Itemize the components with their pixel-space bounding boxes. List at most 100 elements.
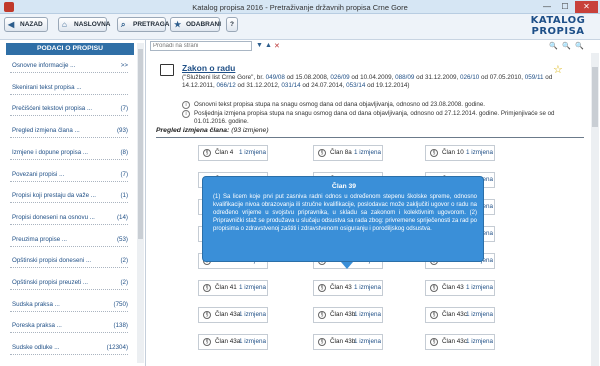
sidebar-item[interactable]: Sudske odluke ... (12304) <box>10 341 128 356</box>
article-cell[interactable]: § Član 4 1 izmjena <box>198 145 268 161</box>
home-icon: ⌂ <box>62 20 67 29</box>
article-changes-link[interactable]: 1 izmjena <box>354 335 381 349</box>
article-changes-link[interactable]: 1 izmjena <box>354 281 381 295</box>
gazette-date: od 31.12.2012, <box>235 82 282 89</box>
minimize-button[interactable]: — <box>539 1 555 13</box>
article-label[interactable]: Član 43a <box>215 308 240 322</box>
article-label[interactable]: Član 43a <box>215 335 240 349</box>
sidebar-item[interactable]: Opštinski propisi preuzeti ... (2) <box>10 276 128 290</box>
gazette-link[interactable]: 059/11 <box>525 74 544 81</box>
find-prev-icon[interactable]: ▲ <box>265 42 272 49</box>
article-changes-link[interactable]: 1 izmjena <box>466 308 493 322</box>
sidebar-item-count: >> <box>120 62 128 69</box>
article-cell[interactable]: § Član 41 1 izmjena <box>198 280 268 296</box>
sidebar-item[interactable]: Pregled izmjena člana ... (93) <box>10 124 128 139</box>
article-cell[interactable]: § Član 43a 1 izmjena <box>198 334 268 350</box>
document-title[interactable]: Zakon o radu <box>182 63 235 73</box>
article-changes-link[interactable]: 1 izmjena <box>239 308 266 322</box>
maximize-button[interactable]: ☐ <box>557 1 573 13</box>
sidebar-item[interactable]: Izmjene i dopune propisa ... (8) <box>10 146 128 160</box>
sidebar-item-label: Prečišćeni tekstovi propisa ... <box>12 105 93 113</box>
zoom-in-icon[interactable]: 🔍 <box>549 42 558 50</box>
gazette-link[interactable]: 053/14 <box>346 82 365 89</box>
find-input[interactable] <box>150 41 252 51</box>
back-button[interactable]: ◀ NAZAD <box>4 17 48 32</box>
sidebar-item[interactable]: Propisi doneseni na osnovu ... (14) <box>10 211 128 225</box>
article-changes-link[interactable]: 1 izmjena <box>466 146 493 160</box>
sidebar-scrollbar[interactable] <box>137 43 144 363</box>
article-label[interactable]: Član 43 <box>330 281 352 295</box>
article-changes-link[interactable]: 1 izmjena <box>239 335 266 349</box>
sidebar-item[interactable]: Osnovne informacije ... >> <box>10 59 128 73</box>
gazette-link[interactable]: 026/10 <box>460 74 479 81</box>
sidebar-item[interactable]: Poreska praksa ... (138) <box>10 319 128 334</box>
gazette-link[interactable]: 088/09 <box>395 74 414 81</box>
article-label[interactable]: Član 10 <box>442 146 464 160</box>
article-label[interactable]: Član 41 <box>215 281 237 295</box>
article-changes-link[interactable]: 1 izmjena <box>466 281 493 295</box>
sidebar-item[interactable]: Propisi koji prestaju da važe ... (1) <box>10 189 128 204</box>
article-label[interactable]: Član 43b <box>330 335 355 349</box>
home-button[interactable]: ⌂ NASLOVNA <box>58 17 110 32</box>
article-cell[interactable]: § Član 43b 1 izmjena <box>313 307 383 323</box>
favorites-icon: ★ <box>174 20 182 29</box>
sidebar-item-label: Opštinski propisi preuzeti ... <box>12 279 88 286</box>
article-cell[interactable]: § Član 43 1 izmjena <box>425 280 495 296</box>
back-button-label: NAZAD <box>20 21 43 28</box>
search-button[interactable]: ⌕ PRETRAGA <box>117 17 170 32</box>
tooltip-title: Član 39 <box>331 183 357 190</box>
favorites-button-label: ODABRANI <box>186 21 222 28</box>
article-tooltip: Član 39 (1) Sa licem koje prvi put zasni… <box>202 176 484 269</box>
article-cell[interactable]: § Član 43b 1 izmjena <box>313 334 383 350</box>
search-icon: ⌕ <box>121 20 126 29</box>
favorites-button[interactable]: ★ ODABRANI <box>170 17 222 32</box>
sidebar-item-count: (7) <box>120 105 128 113</box>
article-icon: § <box>318 338 326 346</box>
article-label[interactable]: Član 43 <box>442 281 464 295</box>
article-icon: § <box>430 338 438 346</box>
sidebar-item[interactable]: Sudska praksa ... (750) <box>10 298 128 312</box>
article-label[interactable]: Član 4 <box>215 146 233 160</box>
sidebar-item-label: Skenirani tekst propisa ... <box>12 83 82 91</box>
search-button-label: PRETRAGA <box>133 21 170 28</box>
article-cell[interactable]: § Član 43c 1 izmjena <box>425 334 495 350</box>
article-icon: § <box>430 311 438 319</box>
help-button[interactable]: ? <box>226 17 238 32</box>
gazette-link[interactable]: 026/09 <box>330 74 349 81</box>
article-changes-link[interactable]: 1 izmjena <box>466 335 493 349</box>
article-cell[interactable]: § Član 10 1 izmjena <box>425 145 495 161</box>
sidebar-item[interactable]: Povezani propisi ... (7) <box>10 168 128 182</box>
find-clear-icon[interactable]: ✕ <box>274 42 280 50</box>
content-scroll-thumb[interactable] <box>592 67 598 127</box>
article-changes-link[interactable]: 1 izmjena <box>239 146 266 160</box>
content-scrollbar[interactable] <box>591 53 599 366</box>
sidebar-scroll-thumb[interactable] <box>138 49 143 239</box>
gazette-date: od 15.08.2008, <box>284 74 331 81</box>
sidebar-item[interactable]: Skenirani tekst propisa ... <box>10 81 128 95</box>
article-changes-link[interactable]: 1 izmjena <box>239 281 266 295</box>
article-label[interactable]: Član 43c <box>442 308 467 322</box>
article-label[interactable]: Član 43c <box>442 335 467 349</box>
article-label[interactable]: Član 8a <box>330 146 352 160</box>
gazette-link[interactable]: 031/14 <box>281 82 300 89</box>
sidebar-item-count: (7) <box>120 170 128 178</box>
article-cell[interactable]: § Član 8a 1 izmjena <box>313 145 383 161</box>
zoom-out-icon[interactable]: 🔍 <box>562 42 571 50</box>
zoom-reset-icon[interactable]: 🔍 <box>575 42 584 50</box>
sidebar-item[interactable]: Preuzima propise ... (53) <box>10 233 128 247</box>
sidebar-item-label: Osnovne informacije ... <box>12 62 76 69</box>
sidebar-item[interactable]: Opštinski propisi doneseni ... (2) <box>10 254 128 269</box>
article-changes-link[interactable]: 1 izmjena <box>354 308 381 322</box>
article-icon: § <box>203 284 211 292</box>
article-changes-link[interactable]: 1 izmjena <box>354 146 381 160</box>
article-cell[interactable]: § Član 43 1 izmjena <box>313 280 383 296</box>
article-cell[interactable]: § Član 43a 1 izmjena <box>198 307 268 323</box>
gazette-link[interactable]: 049/08 <box>266 74 285 81</box>
close-button[interactable]: ✕ <box>575 1 598 13</box>
sidebar: PODACI O PROPISU Osnovne informacije ...… <box>0 40 146 366</box>
article-cell[interactable]: § Član 43c 1 izmjena <box>425 307 495 323</box>
gazette-link[interactable]: 066/12 <box>217 82 236 89</box>
sidebar-item[interactable]: Prečišćeni tekstovi propisa ... (7) <box>10 102 128 117</box>
find-next-icon[interactable]: ▼ <box>256 42 263 49</box>
article-label[interactable]: Član 43b <box>330 308 355 322</box>
